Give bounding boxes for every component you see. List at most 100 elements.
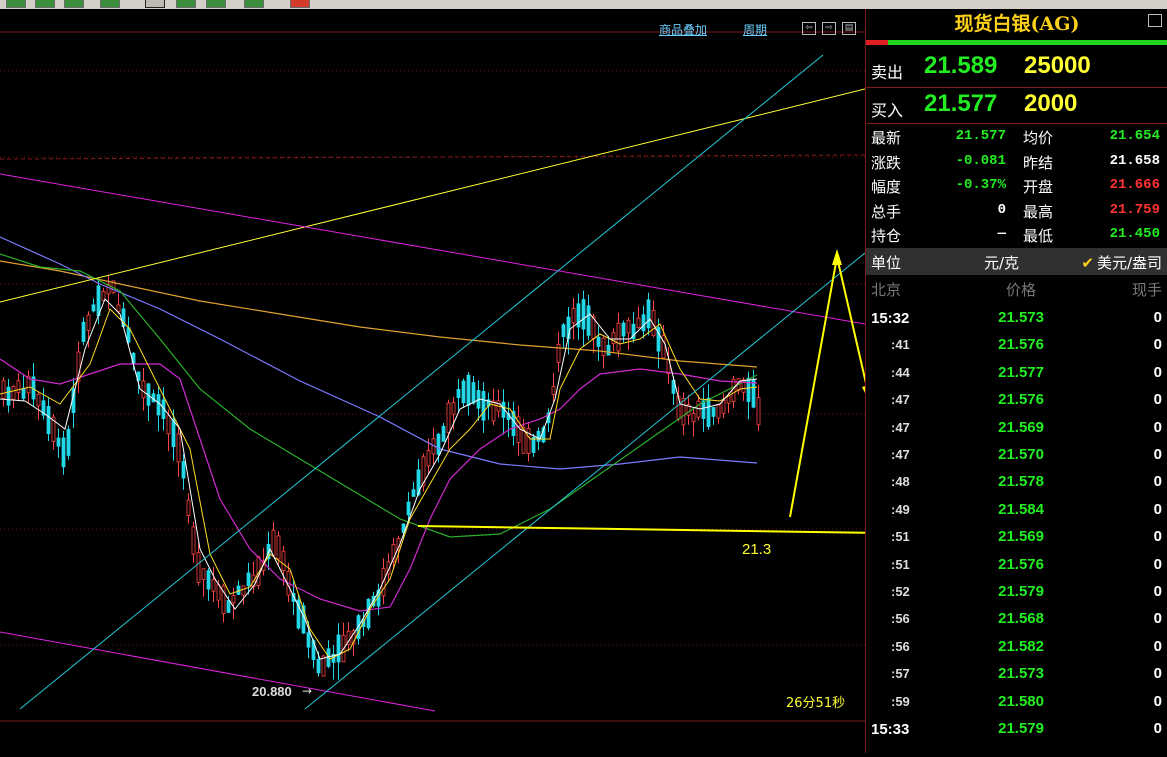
unit-alt-option[interactable]: ✔ 美元/盎司 — [1081, 252, 1162, 273]
tick-price: 21.584 — [998, 500, 1044, 518]
candle-body — [16, 380, 21, 393]
forecast-path — [789, 256, 869, 518]
overlay-product-link[interactable]: 商品叠加 — [659, 21, 707, 38]
candle-body — [66, 428, 71, 456]
candle-body — [176, 433, 181, 463]
unit-alt-label: 美元/盎司 — [1096, 254, 1162, 272]
candle-body — [86, 314, 91, 331]
tick-row: :47 21.576 0 — [866, 387, 1167, 414]
tick-volume: 0 — [1153, 336, 1162, 354]
candle-body — [716, 404, 721, 419]
candle-body — [6, 386, 11, 406]
tick-volume: 0 — [1153, 363, 1162, 381]
tick-time: :52 — [891, 584, 910, 599]
prev-icon[interactable]: ⇦ — [802, 22, 816, 35]
candle-body — [11, 385, 16, 400]
stat-label: 开盘 — [1023, 178, 1054, 196]
divider — [866, 123, 1167, 124]
candle-body — [536, 430, 541, 442]
tick-price: 21.576 — [998, 391, 1044, 409]
tick-row: :49 21.584 0 — [866, 497, 1167, 524]
candle-body — [226, 600, 231, 613]
tick-row: :47 21.570 0 — [866, 442, 1167, 469]
period-link[interactable]: 周期 — [743, 21, 767, 38]
toolbar-button[interactable] — [206, 0, 226, 8]
stat-value: 0 — [997, 201, 1006, 218]
tick-header-volume: 现手 — [1131, 281, 1162, 299]
candle-body — [451, 402, 456, 415]
candle-body — [601, 337, 606, 356]
tick-time: :47 — [891, 447, 910, 462]
candle-body — [156, 394, 161, 416]
toolbar-button[interactable] — [176, 0, 196, 8]
tick-volume: 0 — [1153, 473, 1162, 491]
toolbar-button[interactable] — [290, 0, 310, 8]
price-chart[interactable]: 20.880 → 21.3 26分51秒 商品叠加 周期 ⇦ ⇨ ▤ — [0, 9, 930, 753]
stat-row: 最新 21.577 均价 21.654 — [866, 125, 1167, 150]
candle-body — [711, 407, 716, 417]
tick-time: :56 — [891, 611, 910, 627]
toolbar-button[interactable] — [6, 0, 26, 8]
layout-icon[interactable]: ▤ — [842, 22, 856, 35]
candle-body — [116, 304, 121, 312]
maximize-icon[interactable] — [1148, 14, 1162, 27]
tick-volume: 0 — [1153, 692, 1162, 710]
tick-price: 21.582 — [998, 637, 1044, 655]
candle-body — [56, 437, 61, 447]
candle-body — [231, 595, 236, 604]
candle-body — [316, 659, 321, 674]
tick-time: :47 — [891, 392, 910, 408]
candle-body — [336, 634, 341, 663]
candle-body — [586, 305, 591, 336]
stat-value: 21.759 — [1109, 201, 1160, 218]
candle-body — [681, 397, 686, 426]
unit-value[interactable]: 元/克 — [984, 252, 1019, 273]
next-icon[interactable]: ⇨ — [822, 22, 836, 35]
candle-body — [201, 568, 206, 580]
candle-body — [596, 336, 601, 347]
ma-blue-line — [0, 236, 758, 470]
candle-body — [626, 320, 631, 334]
candle-body — [571, 308, 576, 324]
trendline-magenta-lower — [0, 631, 436, 712]
ask-label: 卖出 — [871, 63, 904, 82]
stat-label: 幅度 — [871, 178, 902, 196]
candle-body — [531, 436, 536, 453]
tick-price: 21.579 — [998, 720, 1044, 737]
chart-canvas[interactable]: 20.880 → 21.3 26分51秒 — [0, 9, 930, 753]
toolbar-button-active[interactable] — [145, 0, 165, 8]
stat-row: 幅度 -0.37% 开盘 21.666 — [866, 174, 1167, 199]
stat-value: — — [997, 226, 1006, 242]
candle-body — [446, 402, 451, 433]
bid-row: 买入 21.577 2000 — [866, 90, 1167, 120]
sell-ratio-bar — [866, 40, 888, 45]
support-arrow-line — [417, 525, 881, 534]
stat-label: 总手 — [871, 202, 902, 221]
toolbar-button[interactable] — [35, 0, 55, 8]
candle-body — [241, 585, 246, 596]
tick-time: 15:32 — [871, 310, 910, 327]
candle-body — [481, 391, 486, 421]
candle-body — [646, 299, 651, 329]
candle-body — [96, 285, 101, 317]
toolbar-button[interactable] — [244, 0, 264, 8]
tick-volume: 0 — [1153, 583, 1162, 600]
stat-row: 持仓 — 最低 21.450 — [866, 223, 1167, 248]
tick-price: 21.576 — [998, 336, 1044, 354]
trendline-magenta-upper — [0, 173, 866, 325]
candle-body — [691, 412, 696, 423]
toolbar-button[interactable] — [100, 0, 120, 8]
stat-label: 持仓 — [871, 227, 902, 245]
toolbar-button[interactable] — [64, 0, 84, 8]
candle-body — [426, 450, 431, 467]
candle-body — [621, 322, 626, 337]
tick-row: :47 21.569 0 — [866, 415, 1167, 442]
top-toolbar — [0, 0, 1167, 9]
stat-value: -0.37% — [955, 177, 1006, 193]
candle-body — [701, 400, 706, 419]
candle-body — [706, 397, 711, 427]
stat-value: -0.081 — [955, 152, 1006, 169]
bar-countdown: 26分51秒 — [786, 696, 845, 711]
candle-body — [166, 415, 171, 435]
stat-label: 最新 — [871, 129, 902, 147]
